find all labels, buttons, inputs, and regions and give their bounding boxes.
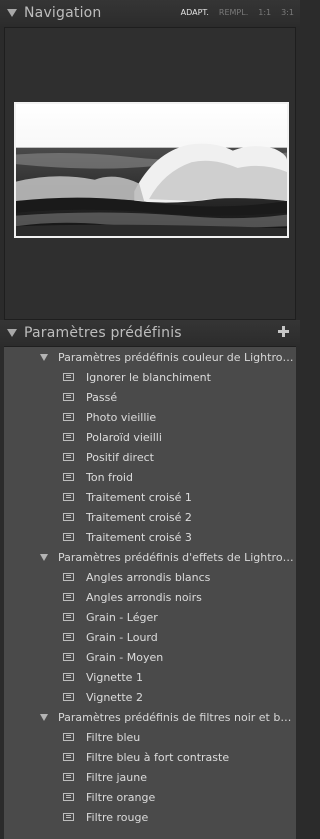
preset-item[interactable]: Angles arrondis noirs <box>4 587 296 607</box>
folder-label: Paramètres prédéfinis d'effets de Lightr… <box>58 550 294 564</box>
preset-icon <box>63 653 74 661</box>
preset-item[interactable]: Filtre orange <box>4 787 296 807</box>
folder-expand-triangle-icon[interactable] <box>40 713 48 721</box>
preset-label: Ignorer le blanchiment <box>86 370 211 384</box>
preset-icon <box>63 513 74 521</box>
preset-item[interactable]: Filtre bleu <box>4 727 296 747</box>
preset-item[interactable]: Photo vieillie <box>4 407 296 427</box>
preset-item[interactable]: Positif direct <box>4 447 296 467</box>
preset-icon <box>63 433 74 441</box>
preset-label: Angles arrondis blancs <box>86 570 211 584</box>
preset-label: Traitement croisé 3 <box>86 530 192 544</box>
preset-folder[interactable]: Paramètres prédéfinis couleur de Lightro… <box>4 347 296 367</box>
preset-item[interactable]: Filtre jaune <box>4 767 296 787</box>
preset-item[interactable]: Traitement croisé 2 <box>4 507 296 527</box>
navigator-header[interactable]: Navigation ADAPT. REMPL. 1:1 3:1 <box>0 0 300 26</box>
navigator-title: Navigation <box>24 5 102 21</box>
preset-item[interactable]: Ignorer le blanchiment <box>4 367 296 387</box>
add-preset-plus-icon[interactable] <box>278 326 289 337</box>
preset-label: Passé <box>86 390 118 404</box>
preset-label: Filtre bleu <box>86 730 141 744</box>
preset-icon <box>63 593 74 601</box>
preset-icon <box>63 533 74 541</box>
preset-item[interactable]: Grain - Lourd <box>4 627 296 647</box>
preset-label: Vignette 1 <box>86 670 143 684</box>
preset-icon <box>63 453 74 461</box>
preset-label: Vignette 2 <box>86 690 143 704</box>
folder-expand-triangle-icon[interactable] <box>40 553 48 561</box>
preset-icon <box>63 613 74 621</box>
zoom-fill-option[interactable]: REMPL. <box>219 8 248 17</box>
preset-label: Traitement croisé 2 <box>86 510 192 524</box>
preset-item[interactable]: Passé <box>4 387 296 407</box>
preset-item[interactable]: Ton froid <box>4 467 296 487</box>
folder-label: Paramètres prédéfinis couleur de Lightro… <box>58 350 294 364</box>
preset-icon <box>63 573 74 581</box>
preset-label: Traitement croisé 1 <box>86 490 192 504</box>
preset-label: Filtre bleu à fort contraste <box>86 750 230 764</box>
preset-icon <box>63 473 74 481</box>
preset-icon <box>63 693 74 701</box>
folder-expand-triangle-icon[interactable] <box>40 353 48 361</box>
zoom-1-1-option[interactable]: 1:1 <box>258 8 271 17</box>
preset-label: Polaroïd vieilli <box>86 430 162 444</box>
zoom-options: ADAPT. REMPL. 1:1 3:1 <box>181 8 294 17</box>
presets-title: Paramètres prédéfinis <box>24 325 182 341</box>
preset-item[interactable]: Grain - Léger <box>4 607 296 627</box>
preset-item[interactable]: Filtre rouge <box>4 807 296 827</box>
preset-folder[interactable]: Paramètres prédéfinis de filtres noir et… <box>4 707 296 727</box>
collapse-triangle-icon[interactable] <box>7 9 17 17</box>
preset-label: Angles arrondis noirs <box>86 590 202 604</box>
preset-icon <box>63 733 74 741</box>
preset-label: Ton froid <box>86 470 133 484</box>
preset-label: Photo vieillie <box>86 410 157 424</box>
preset-icon <box>63 393 74 401</box>
presets-header[interactable]: Paramètres prédéfinis <box>0 320 300 346</box>
preset-item[interactable]: Angles arrondis blancs <box>4 567 296 587</box>
preset-item[interactable]: Filtre bleu à fort contraste <box>4 747 296 767</box>
preset-icon <box>63 633 74 641</box>
preset-folder[interactable]: Paramètres prédéfinis d'effets de Lightr… <box>4 547 296 567</box>
preset-icon <box>63 813 74 821</box>
navigator-thumbnail[interactable] <box>14 102 289 238</box>
preset-icon <box>63 493 74 501</box>
preset-label: Grain - Lourd <box>86 630 158 644</box>
zoom-3-1-option[interactable]: 3:1 <box>281 8 294 17</box>
preset-label: Filtre rouge <box>86 810 149 824</box>
preset-item[interactable]: Vignette 1 <box>4 667 296 687</box>
wave-photo-image <box>16 104 287 236</box>
preset-item[interactable]: Polaroïd vieilli <box>4 427 296 447</box>
preset-label: Grain - Léger <box>86 610 158 624</box>
preset-icon <box>63 413 74 421</box>
preset-label: Filtre orange <box>86 790 156 804</box>
preset-label: Positif direct <box>86 450 154 464</box>
preset-icon <box>63 753 74 761</box>
preset-label: Filtre jaune <box>86 770 148 784</box>
preset-icon <box>63 773 74 781</box>
presets-list[interactable]: Paramètres prédéfinis couleur de Lightro… <box>4 346 296 839</box>
navigator-preview-area[interactable] <box>4 27 296 320</box>
preset-item[interactable]: Grain - Moyen <box>4 647 296 667</box>
collapse-triangle-icon[interactable] <box>7 329 17 337</box>
preset-icon <box>63 793 74 801</box>
preset-item[interactable]: Traitement croisé 1 <box>4 487 296 507</box>
folder-label: Paramètres prédéfinis de filtres noir et… <box>58 710 294 724</box>
preset-item[interactable]: Traitement croisé 3 <box>4 527 296 547</box>
preset-label: Grain - Moyen <box>86 650 164 664</box>
zoom-fit-option[interactable]: ADAPT. <box>181 8 209 17</box>
preset-icon <box>63 373 74 381</box>
preset-icon <box>63 673 74 681</box>
preset-item[interactable]: Vignette 2 <box>4 687 296 707</box>
